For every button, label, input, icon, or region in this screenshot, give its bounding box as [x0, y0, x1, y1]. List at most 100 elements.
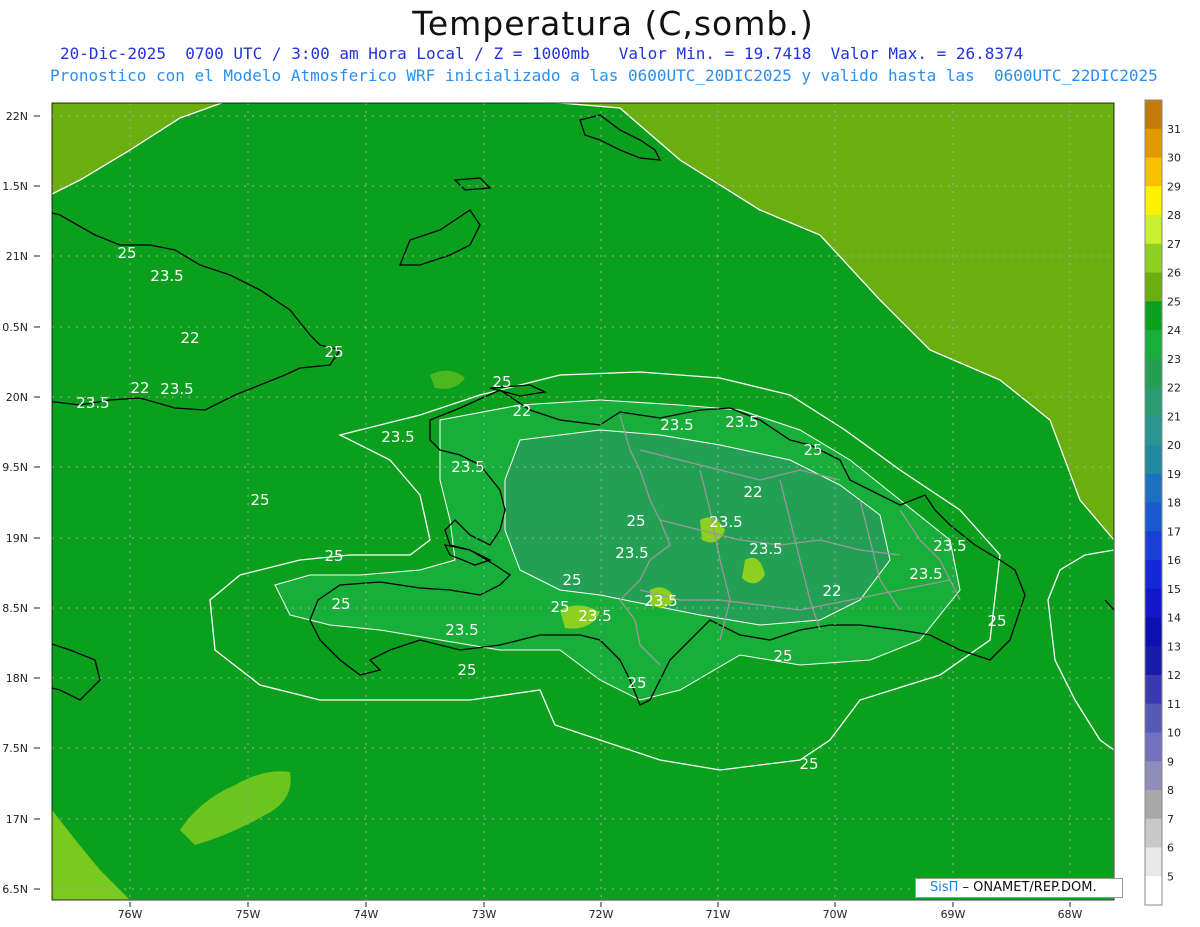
colorbar-swatch	[1145, 847, 1162, 877]
colorbar-label: 5	[1167, 870, 1174, 883]
contour-label: 25	[331, 595, 350, 613]
colorbar-swatch	[1145, 100, 1162, 130]
lon-tick-label: 68W	[1058, 908, 1083, 921]
lat-tick-label: 1.5N	[2, 180, 28, 193]
contour-label: 25	[773, 647, 792, 665]
credit-box: SisΠ – ONAMET/REP.DOM.	[915, 878, 1123, 898]
colorbar-label: 31	[1167, 123, 1181, 136]
contour-label: 23.5	[660, 416, 693, 434]
colorbar-label: 8	[1167, 784, 1174, 797]
contour-label: 23.5	[445, 621, 478, 639]
colorbar-label: 14	[1167, 612, 1181, 625]
contour-label: 25	[117, 244, 136, 262]
colorbar-swatch	[1145, 560, 1162, 590]
colorbar-label: 11	[1167, 698, 1181, 711]
colorbar-label: 6	[1167, 842, 1174, 855]
contour-label: 23.5	[615, 544, 648, 562]
colorbar-swatch	[1145, 128, 1162, 158]
colorbar-swatch	[1145, 416, 1162, 446]
colorbar-label: 30	[1167, 152, 1181, 165]
contour-label: 25	[799, 755, 818, 773]
colorbar-swatch	[1145, 330, 1162, 360]
colorbar-label: 7	[1167, 813, 1174, 826]
colorbar-label: 18	[1167, 497, 1181, 510]
contour-label: 23.5	[76, 394, 109, 412]
colorbar-label: 24	[1167, 324, 1181, 337]
colorbar-label: 20	[1167, 439, 1181, 452]
lon-tick-label: 70W	[823, 908, 848, 921]
contour-label: 23.5	[578, 607, 611, 625]
lon-tick-label: 73W	[472, 908, 497, 921]
lat-tick-label: 8.5N	[2, 602, 28, 615]
colorbar-swatch	[1145, 588, 1162, 618]
temperature-map: 2523.5222522 23.523.52523.52223.5252523.5…	[2, 99, 1181, 921]
colorbar-swatch	[1145, 157, 1162, 187]
colorbar-swatch	[1145, 646, 1162, 676]
colorbar-swatch	[1145, 215, 1162, 245]
colorbar-swatch	[1145, 732, 1162, 762]
contour-label: 25	[324, 547, 343, 565]
lat-tick-label: 0.5N	[2, 321, 28, 334]
colorbar-label: 27	[1167, 238, 1181, 251]
colorbar-label: 9	[1167, 755, 1174, 768]
colorbar-label: 25	[1167, 295, 1181, 308]
contour-label: 25	[562, 571, 581, 589]
sispi-brand: SisΠ	[930, 880, 959, 895]
colorbar-swatch	[1145, 531, 1162, 561]
contour-label: 23.5	[150, 267, 183, 285]
colorbar-label: 16	[1167, 554, 1181, 567]
contour-label: 22	[130, 379, 149, 397]
contour-label: 25	[987, 612, 1006, 630]
contour-label: 23.5	[160, 380, 193, 398]
colorbar-swatch	[1145, 301, 1162, 331]
colorbar-label: 21	[1167, 410, 1181, 423]
colorbar-swatch	[1145, 358, 1162, 388]
lat-tick-label: 6.5N	[2, 883, 28, 896]
colorbar-swatch	[1145, 243, 1162, 273]
colorbar-swatch	[1145, 703, 1162, 733]
colorbar: 31 30 29 28 27 26 25 24 23 22 21 20 19 18 17 16 15 14 13 12…	[1144, 99, 1181, 906]
lon-tick-label: 69W	[941, 908, 966, 921]
colorbar-label: 26	[1167, 267, 1181, 280]
colorbar-swatch	[1145, 387, 1162, 417]
contour-label: 23.5	[909, 565, 942, 583]
longitude-axis: 76W 75W 74W 73W 72W 71W 70W 69W 68W	[118, 902, 1083, 921]
colorbar-label: 22	[1167, 382, 1181, 395]
contour-label: 23.5	[709, 513, 742, 531]
contour-label: 22	[180, 329, 199, 347]
colorbar-label: 13	[1167, 640, 1181, 653]
contour-label: 22	[743, 483, 762, 501]
colorbar-label: 10	[1167, 727, 1181, 740]
contour-label: 25	[324, 343, 343, 361]
lat-tick-label: 9.5N	[2, 461, 28, 474]
colorbar-label: 29	[1167, 180, 1181, 193]
colorbar-swatch	[1145, 675, 1162, 705]
contour-label: 22	[512, 402, 531, 420]
latitude-axis: 22N 1.5N 21N 0.5N 20N 9.5N 19N 8.5N 18N 7.5N 17N 6.…	[2, 110, 40, 896]
contour-label: 25	[627, 674, 646, 692]
lat-tick-label: 17N	[6, 813, 28, 826]
colorbar-label: 15	[1167, 583, 1181, 596]
colorbar-label: 17	[1167, 525, 1181, 538]
colorbar-swatch	[1145, 186, 1162, 216]
colorbar-swatch	[1145, 790, 1162, 820]
colorbar-swatch	[1145, 876, 1162, 906]
contour-label: 22	[822, 582, 841, 600]
lon-tick-label: 75W	[236, 908, 261, 921]
lat-tick-label: 19N	[6, 532, 28, 545]
contour-label: 25	[626, 512, 645, 530]
contour-label: 23.5	[749, 540, 782, 558]
credit-text: – ONAMET/REP.DOM.	[958, 880, 1097, 895]
colorbar-swatch	[1145, 617, 1162, 647]
colorbar-swatch	[1145, 473, 1162, 503]
colorbar-swatch	[1145, 502, 1162, 532]
colorbar-label: 12	[1167, 669, 1181, 682]
contour-label: 25	[457, 661, 476, 679]
lon-tick-label: 71W	[706, 908, 731, 921]
contour-label: 23.5	[933, 537, 966, 555]
colorbar-swatch	[1145, 818, 1162, 848]
contour-label: 23.5	[451, 458, 484, 476]
lat-tick-label: 21N	[6, 250, 28, 263]
lon-tick-label: 72W	[589, 908, 614, 921]
lat-tick-label: 22N	[6, 110, 28, 123]
